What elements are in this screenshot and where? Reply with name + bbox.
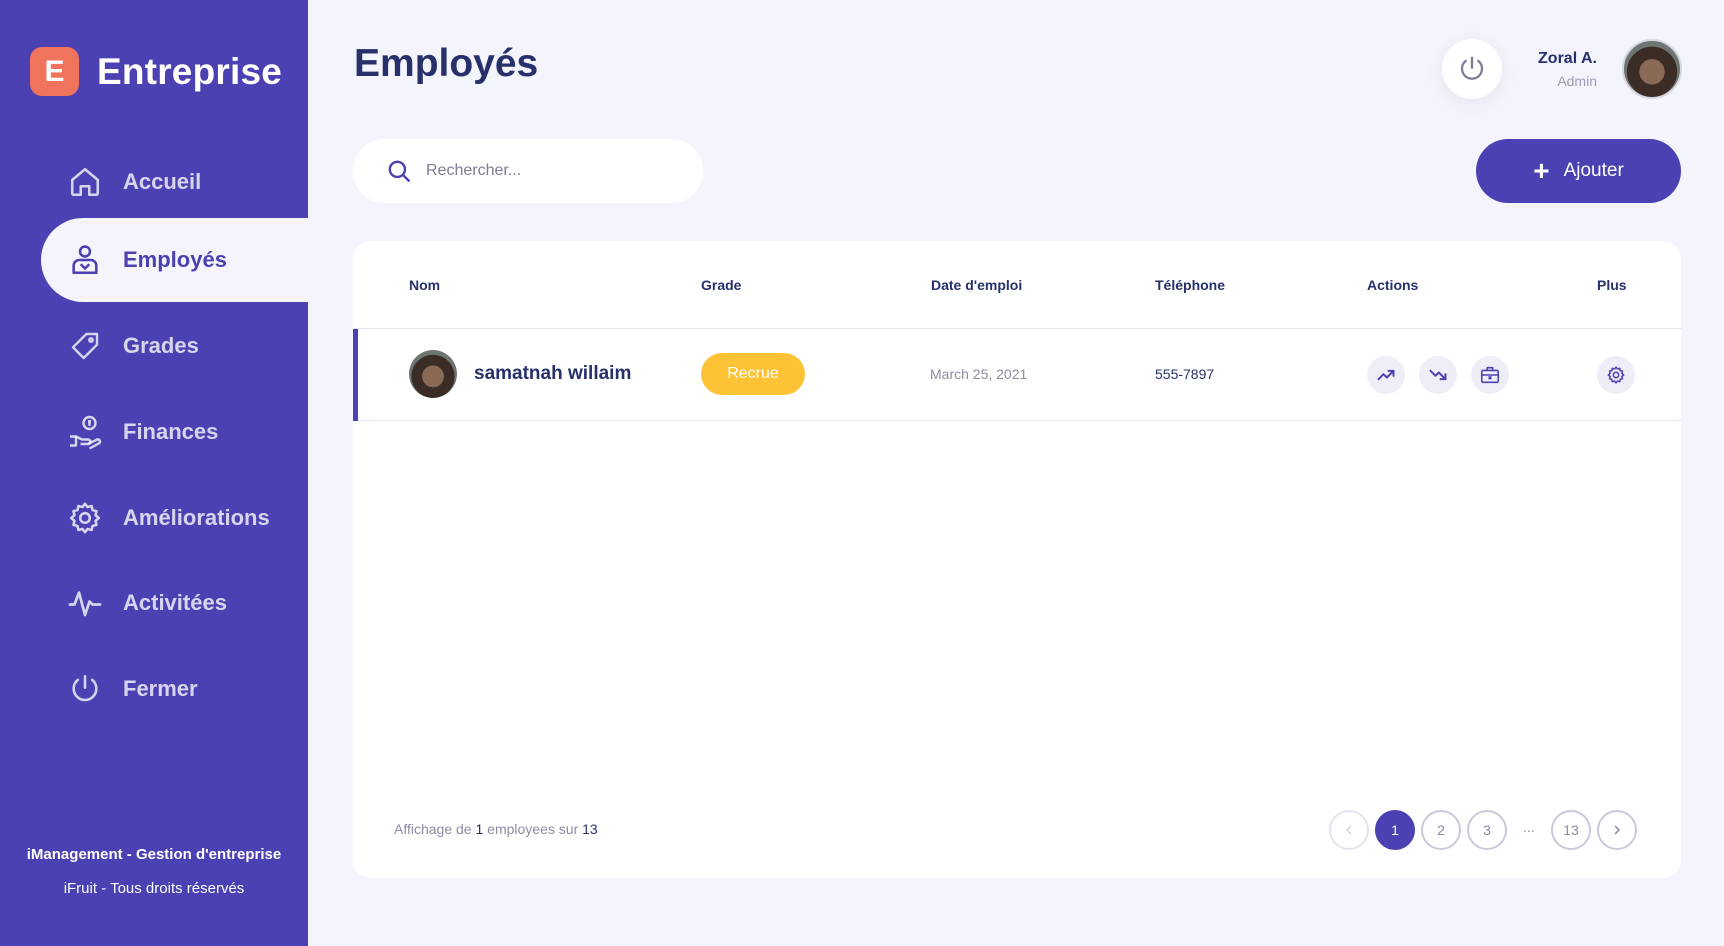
add-button-label: Ajouter <box>1563 160 1624 181</box>
pagination-next-button[interactable] <box>1597 810 1637 850</box>
footer-app-name: iManagement - Gestion d'entreprise <box>26 846 282 863</box>
page-title: Employés <box>354 42 539 85</box>
brand-logo: E <box>30 47 79 96</box>
sidebar-item-label: Activitées <box>123 590 227 615</box>
employee-icon <box>65 240 105 280</box>
search-input[interactable] <box>426 162 676 180</box>
demote-button[interactable] <box>1419 356 1457 394</box>
pagination-info-middle: employees sur <box>483 821 583 837</box>
footer-copyright: iFruit - Tous droits réservés <box>63 880 245 897</box>
brand[interactable]: E Entreprise <box>30 47 282 96</box>
home-icon <box>65 162 105 202</box>
pagination-page-13[interactable]: 13 <box>1551 810 1591 850</box>
sidebar-item-label: Accueil <box>123 169 202 194</box>
fire-button[interactable] <box>1471 356 1509 394</box>
sidebar-item-activitees[interactable]: Activitées <box>41 561 308 645</box>
user-name: Zoral A. <box>1538 50 1597 67</box>
employees-table: Nom Grade Date d'emploi Téléphone Action… <box>353 241 1681 878</box>
row-settings-button[interactable] <box>1597 356 1635 394</box>
tag-icon <box>65 326 105 366</box>
user-avatar[interactable] <box>1622 39 1682 99</box>
column-header-actions: Actions <box>1367 277 1419 293</box>
sidebar-item-employes[interactable]: Employés <box>41 218 308 302</box>
search-icon <box>388 160 410 182</box>
chevron-right-icon <box>1614 825 1620 835</box>
sidebar-item-label: Employés <box>123 247 227 272</box>
pagination-total-count: 13 <box>582 821 598 837</box>
pagination-prev-button[interactable] <box>1329 810 1369 850</box>
gear-icon <box>65 498 105 538</box>
sidebar-item-label: Améliorations <box>123 505 270 530</box>
briefcase-icon <box>1480 366 1500 384</box>
money-hand-icon <box>65 412 105 452</box>
power-icon <box>1460 56 1484 80</box>
column-header-nom[interactable]: Nom <box>409 277 440 293</box>
sidebar-item-fermer[interactable]: Fermer <box>41 647 308 731</box>
table-header: Nom Grade Date d'emploi Téléphone Action… <box>353 241 1681 329</box>
promote-button[interactable] <box>1367 356 1405 394</box>
sidebar: E Entreprise Accueil Employés Grades Fin… <box>0 0 308 946</box>
pagination-info: Affichage de 1 employees sur 13 <box>394 821 598 837</box>
trend-up-icon <box>1377 369 1395 381</box>
gear-icon <box>1607 366 1625 384</box>
column-header-date[interactable]: Date d'emploi <box>931 277 1022 293</box>
pagination-page-3[interactable]: 3 <box>1467 810 1507 850</box>
pagination-page-1[interactable]: 1 <box>1375 810 1415 850</box>
sidebar-item-label: Grades <box>123 333 199 358</box>
plus-icon: + <box>1533 155 1550 186</box>
sidebar-item-accueil[interactable]: Accueil <box>41 140 308 224</box>
employee-avatar <box>409 350 457 398</box>
sidebar-item-ameliorations[interactable]: Améliorations <box>41 476 308 560</box>
activity-icon <box>65 583 105 623</box>
pagination-page-2[interactable]: 2 <box>1421 810 1461 850</box>
employment-date: March 25, 2021 <box>930 366 1028 382</box>
column-header-telephone[interactable]: Téléphone <box>1155 277 1225 293</box>
grade-badge: Recrue <box>701 353 805 395</box>
chevron-left-icon <box>1346 825 1352 835</box>
search-box <box>353 139 703 203</box>
user-role: Admin <box>1557 73 1597 89</box>
power-icon <box>65 669 105 709</box>
logout-button[interactable] <box>1442 39 1502 99</box>
column-header-grade[interactable]: Grade <box>701 277 741 293</box>
pagination-info-prefix: Affichage de <box>394 821 476 837</box>
sidebar-item-grades[interactable]: Grades <box>41 304 308 388</box>
add-employee-button[interactable]: + Ajouter <box>1476 139 1681 203</box>
sidebar-item-finances[interactable]: Finances <box>41 390 308 474</box>
table-row[interactable]: samatnah willaim Recrue March 25, 2021 5… <box>353 329 1681 421</box>
column-header-plus: Plus <box>1597 277 1627 293</box>
sidebar-item-label: Finances <box>123 419 219 444</box>
row-selection-marker <box>353 329 358 421</box>
sidebar-item-label: Fermer <box>123 676 198 701</box>
brand-name: Entreprise <box>97 50 283 92</box>
pagination-ellipsis: ... <box>1523 819 1535 835</box>
trend-down-icon <box>1429 369 1447 381</box>
employee-phone: 555-7897 <box>1155 366 1215 382</box>
employee-name[interactable]: samatnah willaim <box>474 363 631 385</box>
